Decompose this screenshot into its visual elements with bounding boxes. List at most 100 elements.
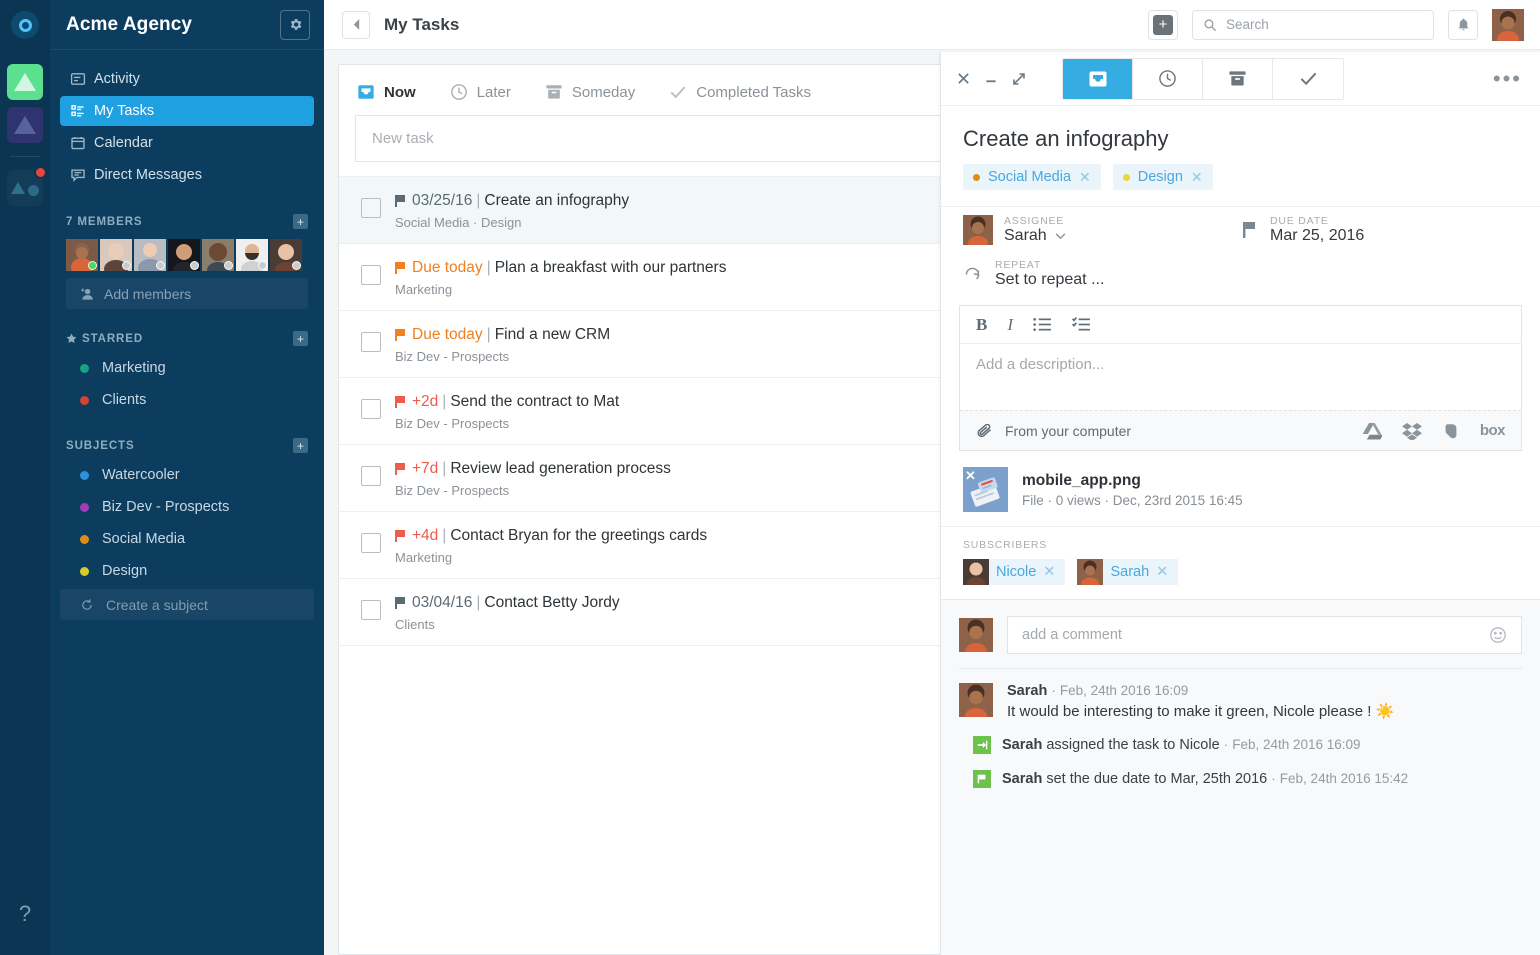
sidebar-item-social-media[interactable]: Social Media	[50, 523, 324, 555]
add-subject-button[interactable]: +	[293, 438, 308, 453]
upload-label[interactable]: From your computer	[1005, 423, 1131, 439]
task-checkbox[interactable]	[361, 533, 381, 553]
avatar	[1077, 559, 1104, 585]
sidebar-item-marketing[interactable]: Marketing	[50, 352, 324, 384]
member-avatar[interactable]	[134, 239, 166, 271]
sidebar-item-direct-messages[interactable]: Direct Messages	[60, 160, 314, 190]
description-input[interactable]: Add a description...	[960, 344, 1521, 410]
repeat-field[interactable]: REPEAT Set to repeat ...	[941, 259, 1540, 305]
tab-someday[interactable]: Someday	[545, 83, 635, 101]
task-checkbox[interactable]	[361, 399, 381, 419]
activity-action: assigned the task to Nicole	[1046, 737, 1220, 753]
starred-label: Clients	[102, 392, 147, 408]
back-button[interactable]	[342, 10, 370, 39]
member-avatar[interactable]	[236, 239, 268, 271]
close-icon[interactable]: ✕	[1079, 169, 1091, 186]
starred-label: Marketing	[102, 360, 166, 376]
close-icon[interactable]: ✕	[1191, 169, 1203, 186]
add-members-button[interactable]: Add members	[66, 278, 308, 309]
tab-completed-tasks[interactable]: Completed Tasks	[669, 83, 811, 101]
search-input[interactable]: Search	[1192, 9, 1434, 40]
task-checkbox[interactable]	[361, 466, 381, 486]
app-logo[interactable]	[0, 0, 50, 50]
close-icon[interactable]: ✕	[1156, 564, 1168, 580]
close-icon[interactable]: ✕	[1043, 564, 1055, 580]
create-subject-button[interactable]: Create a subject	[60, 589, 314, 620]
detail-tab-someday[interactable]	[1203, 58, 1273, 99]
flag-icon	[395, 530, 406, 542]
rail-app-dark[interactable]	[7, 166, 47, 206]
subscriber-nicole[interactable]: Nicole ✕	[963, 559, 1066, 585]
attachment-item[interactable]: ✕ mobile_app.png File · 0 views · Dec, 2…	[941, 451, 1540, 526]
new-item-button[interactable]: +	[1148, 9, 1178, 40]
close-icon[interactable]: ✕	[965, 468, 976, 484]
comment-input[interactable]: add a comment	[1007, 616, 1522, 654]
task-title: Plan a breakfast with our partners	[494, 259, 727, 276]
detail-tab-complete[interactable]	[1273, 59, 1343, 99]
attachment-meta: File · 0 views · Dec, 23rd 2015 16:45	[1022, 492, 1243, 508]
italic-button[interactable]: I	[1007, 315, 1013, 335]
user-avatar[interactable]	[1492, 8, 1524, 41]
add-starred-button[interactable]: +	[293, 331, 308, 346]
messages-icon	[70, 167, 94, 183]
paperclip-icon[interactable]	[976, 423, 993, 438]
detail-tab-later[interactable]	[1133, 58, 1203, 99]
color-dot	[80, 395, 89, 405]
subject-label: Watercooler	[102, 467, 180, 483]
dropbox-icon[interactable]	[1401, 422, 1422, 440]
notifications-button[interactable]	[1448, 9, 1478, 40]
detail-tab-now[interactable]	[1063, 58, 1133, 99]
sidebar-item-design[interactable]: Design	[50, 555, 324, 587]
sidebar-item-biz-dev-prospects[interactable]: Biz Dev - Prospects	[50, 491, 324, 523]
settings-button[interactable]	[280, 9, 310, 40]
task-checkbox[interactable]	[361, 265, 381, 285]
subscriber-sarah[interactable]: Sarah ✕	[1077, 559, 1179, 585]
more-dots-icon[interactable]: •••	[1493, 67, 1522, 89]
smiley-icon[interactable]	[1489, 626, 1507, 644]
add-member-button[interactable]: +	[293, 214, 308, 229]
task-title: Review lead generation process	[450, 460, 671, 477]
activity-event: Sarah set the due date to Mar, 25th 2016…	[959, 770, 1522, 788]
bold-button[interactable]: B	[976, 315, 987, 335]
task-checkbox[interactable]	[361, 198, 381, 218]
rail-app-purple[interactable]	[7, 107, 43, 143]
box-icon[interactable]: box	[1480, 422, 1506, 439]
chevron-down-icon[interactable]	[1055, 232, 1066, 240]
task-checkbox[interactable]	[361, 600, 381, 620]
evernote-icon[interactable]	[1442, 422, 1460, 440]
tab-now[interactable]: Now	[357, 83, 416, 101]
inbox-icon	[1089, 71, 1106, 86]
help-button[interactable]: ?	[19, 901, 31, 927]
app-root: ? Acme Agency Activity My Tasks Calendar…	[0, 0, 1540, 955]
sidebar-item-my-tasks[interactable]: My Tasks	[60, 96, 314, 126]
expand-icon[interactable]	[1012, 72, 1026, 86]
workspace-title: Acme Agency	[66, 13, 193, 35]
member-avatar[interactable]	[100, 239, 132, 271]
member-avatar[interactable]	[168, 239, 200, 271]
sidebar-item-clients[interactable]: Clients	[50, 384, 324, 416]
google-drive-icon[interactable]	[1362, 422, 1382, 440]
close-icon[interactable]	[957, 72, 970, 85]
checklist-icon[interactable]	[1072, 317, 1091, 332]
task-checkbox[interactable]	[361, 332, 381, 352]
tag-social-media[interactable]: Social Media ✕	[963, 164, 1101, 190]
minimize-icon[interactable]	[984, 72, 998, 85]
sidebar-item-activity[interactable]: Activity	[60, 64, 314, 94]
sidebar-item-calendar[interactable]: Calendar	[60, 128, 314, 158]
tag-design[interactable]: Design ✕	[1112, 164, 1213, 190]
rail-app-green[interactable]	[7, 64, 43, 100]
repeat-label: REPEAT	[995, 259, 1042, 271]
member-avatar[interactable]	[202, 239, 234, 271]
member-avatar[interactable]	[270, 239, 302, 271]
sidebar-item-watercooler[interactable]: Watercooler	[50, 459, 324, 491]
bullet-list-icon[interactable]	[1033, 317, 1052, 332]
task-due: 03/04/16	[412, 594, 473, 611]
subscribers-list: Nicole ✕ Sarah ✕	[963, 559, 1518, 585]
sidebar: Acme Agency Activity My Tasks Calendar D…	[50, 0, 324, 955]
due-date-field[interactable]: DUE DATE Mar 25, 2016	[1243, 215, 1364, 245]
subject-label: Design	[102, 563, 148, 579]
tab-later[interactable]: Later	[450, 83, 511, 101]
member-avatar[interactable]	[66, 239, 98, 271]
assignee-field[interactable]: ASSIGNEE Sarah	[963, 215, 1243, 245]
notification-badge	[34, 166, 47, 179]
